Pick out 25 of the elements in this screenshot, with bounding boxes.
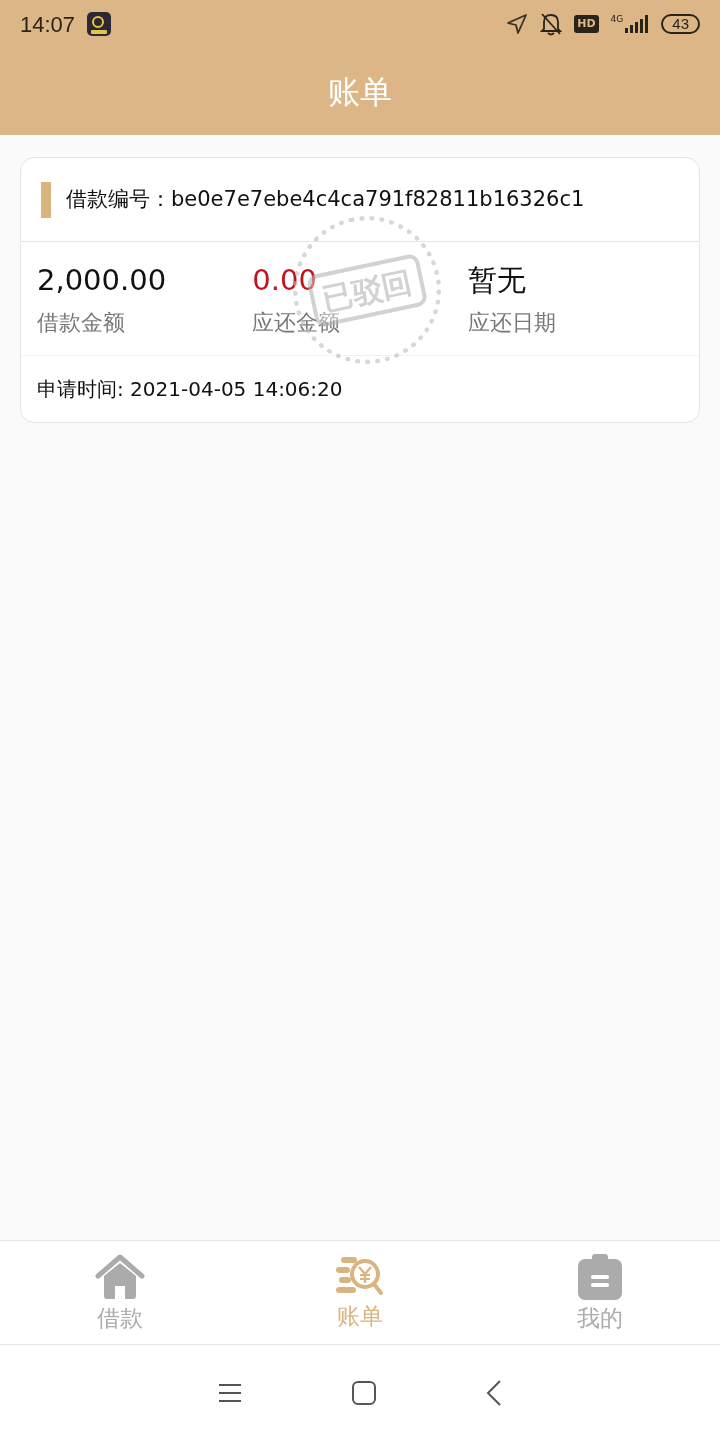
app-notification-icon	[87, 12, 112, 36]
coin-search-icon	[336, 1255, 384, 1298]
stat-label: 借款金额	[37, 309, 126, 337]
loan-number: 借款编号：be0e7e7ebe4c4ca791f82811b16326c1	[66, 185, 585, 213]
clipboard-icon	[578, 1253, 622, 1300]
home-icon	[95, 1253, 145, 1300]
signal-icon	[625, 15, 650, 33]
tab-bar-item[interactable]: 我的	[480, 1241, 720, 1344]
back-icon[interactable]	[486, 1378, 502, 1407]
stat-label: 应还日期	[467, 309, 557, 337]
battery-indicator: 43	[661, 14, 700, 34]
menu-icon[interactable]	[218, 1382, 242, 1403]
tab-bar-item[interactable]: 账单	[240, 1241, 480, 1344]
location-icon	[506, 13, 529, 35]
status-time: 14:07	[20, 10, 76, 39]
bell-muted-icon	[540, 12, 563, 36]
page-title: 账单	[328, 71, 392, 113]
accent-bar	[41, 181, 51, 218]
home-button-icon[interactable]	[352, 1380, 376, 1405]
tab-bar-item[interactable]: 借款	[0, 1241, 240, 1344]
network-label: 4G	[610, 15, 624, 24]
stat-value: 暂无	[467, 262, 526, 298]
apply-time: 申请时间: 2021-04-05 14:06:20	[37, 376, 343, 403]
hd-badge: HD	[574, 15, 599, 33]
stat-value: 2,000.00	[37, 262, 167, 298]
